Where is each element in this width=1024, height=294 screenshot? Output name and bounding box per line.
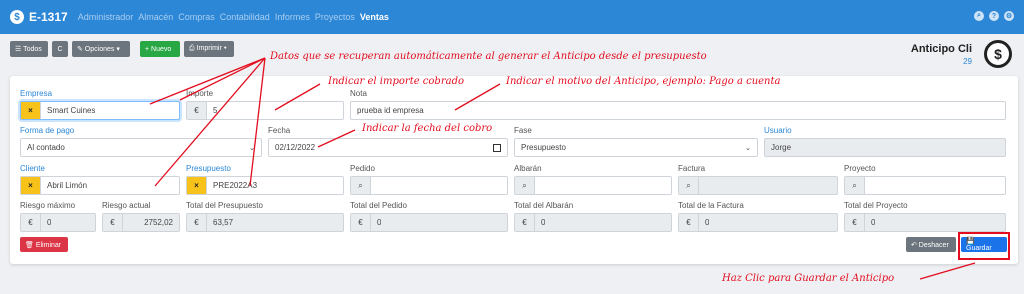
annotation-fecha: Indicar la fecha del cobro (362, 123, 493, 134)
annotation-motivo: Indicar el motivo del Anticipo, ejemplo:… (506, 76, 781, 87)
annotation-guardar: Haz Clic para Guardar el Anticipo (722, 273, 895, 284)
annotation-arrows (149, 57, 976, 280)
annotation-datos: Datos que se recuperan automáticamente a… (270, 51, 707, 62)
annotation-importe: Indicar el importe cobrado (328, 76, 464, 87)
